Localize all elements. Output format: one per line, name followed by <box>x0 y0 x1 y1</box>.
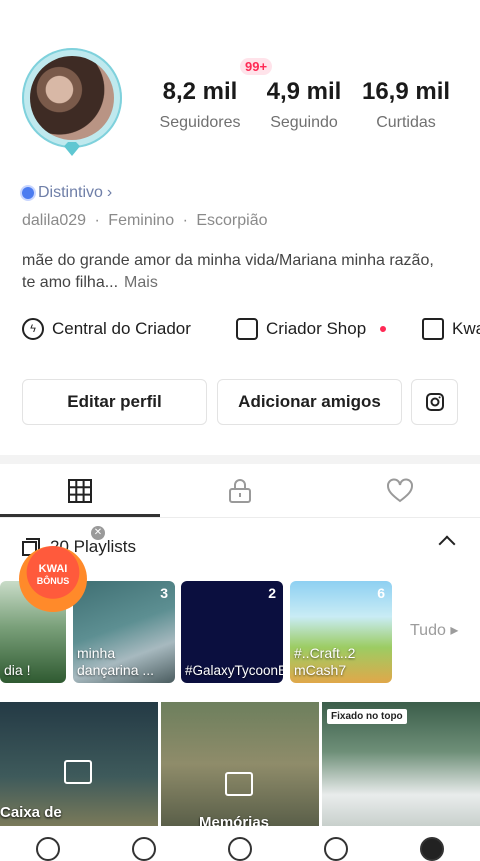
playlist-card[interactable]: 3 minha dançarina ... <box>73 581 175 683</box>
new-dot <box>380 326 387 332</box>
section-divider <box>0 455 480 464</box>
likes-count: 16,9 mil <box>361 78 451 105</box>
likes-stat[interactable]: 16,9 mil Curtidas <box>358 78 454 132</box>
compass-icon[interactable] <box>132 837 156 861</box>
video-tile[interactable]: Fixado no topo <box>322 702 480 826</box>
close-icon[interactable]: ✕ <box>91 526 105 540</box>
bolt-icon: ϟ <box>22 318 44 340</box>
grid-icon <box>68 479 92 503</box>
playlist-title: #..Craft..2 mCash7 <box>294 645 356 678</box>
video-tile[interactable]: Memórias <box>161 702 319 826</box>
following-stat[interactable]: 4,9 mil Seguindo <box>258 78 350 132</box>
meta-separator: · <box>94 212 100 229</box>
notification-badge: 99+ <box>240 58 273 75</box>
creator-shop-label: Criador Shop <box>266 319 367 338</box>
message-icon[interactable] <box>324 837 348 861</box>
kwai-shop-link[interactable]: Kwa <box>422 318 480 340</box>
bio: mãe do grande amor da minha vida/Mariana… <box>22 250 442 294</box>
playlist-count: 3 <box>160 585 168 601</box>
video-overlay-text: Caixa de <box>0 804 62 821</box>
promo-title: KWAI <box>38 563 68 575</box>
following-count: 4,9 mil <box>266 78 342 105</box>
pinned-badge: Fixado no topo <box>327 709 407 724</box>
bag-icon <box>422 318 444 340</box>
instagram-icon <box>425 393 444 411</box>
bio-text: mãe do grande amor da minha vida/Mariana… <box>22 252 434 291</box>
tab-divider <box>0 517 480 518</box>
kwai-bonus-promo[interactable]: KWAI BÔNUS <box>19 546 87 612</box>
followers-stat[interactable]: 8,2 mil Seguidores <box>154 78 246 132</box>
following-label: Seguindo <box>270 114 338 131</box>
zodiac-sign: Escorpião <box>196 212 268 229</box>
gender: Feminino <box>108 212 175 229</box>
distinctive-badge-link[interactable]: Distintivo › <box>22 184 112 202</box>
heart-icon <box>387 478 413 503</box>
avatar-photo <box>30 56 114 140</box>
creator-center-link[interactable]: ϟ Central do Criador <box>22 318 191 340</box>
playlist-title: minha dançarina ... <box>77 645 155 678</box>
profile-meta: dalila029 · Feminino · Escorpião <box>22 212 268 230</box>
lock-icon <box>229 479 251 503</box>
badge-label: Distintivo <box>38 184 103 201</box>
playlist-title: #GalaxyTycoonEarnCash4 <box>185 663 283 678</box>
tab-private[interactable] <box>160 464 320 518</box>
creator-shop-link[interactable]: Criador Shop <box>236 318 387 340</box>
gem-icon <box>64 142 80 156</box>
tab-grid[interactable] <box>0 464 160 518</box>
create-icon[interactable] <box>228 837 252 861</box>
edit-profile-button[interactable]: Editar perfil <box>22 379 207 425</box>
playlist-card[interactable]: 2 #GalaxyTycoonEarnCash4 <box>181 581 283 683</box>
profile-icon[interactable] <box>420 837 444 861</box>
shop-icon <box>236 318 258 340</box>
promo-subtitle: BÔNUS <box>36 576 70 586</box>
chevron-right-icon: › <box>106 184 113 201</box>
home-icon[interactable] <box>36 837 60 861</box>
kwai-shop-label: Kwa <box>452 319 480 338</box>
likes-label: Curtidas <box>376 114 436 131</box>
username: dalila029 <box>22 212 87 229</box>
playlist-count: 6 <box>377 585 385 601</box>
followers-count: 8,2 mil <box>162 78 238 105</box>
creator-center-label: Central do Criador <box>52 319 191 338</box>
avatar[interactable] <box>22 48 126 158</box>
video-overlay-text: Memórias <box>199 814 270 826</box>
meta-separator: · <box>182 212 188 229</box>
tab-liked[interactable] <box>320 464 480 518</box>
video-tile[interactable]: Caixa de <box>0 702 158 826</box>
content-tabs <box>0 464 480 518</box>
chevron-up-icon[interactable] <box>438 535 456 553</box>
clapperboard-icon <box>225 772 253 796</box>
bio-more-link[interactable]: Mais <box>124 274 158 291</box>
bottom-nav <box>0 826 480 861</box>
see-all-link[interactable]: Tudo ▸ <box>410 620 458 640</box>
badge-icon <box>22 187 34 199</box>
playlist-card[interactable]: 6 #..Craft..2 mCash7 <box>290 581 392 683</box>
playlist-title: dia ! <box>4 662 31 678</box>
playlist-count: 2 <box>268 585 276 601</box>
instagram-button[interactable] <box>411 379 458 425</box>
inbox-icon <box>64 760 92 784</box>
add-friends-button[interactable]: Adicionar amigos <box>217 379 402 425</box>
followers-label: Seguidores <box>159 114 241 131</box>
